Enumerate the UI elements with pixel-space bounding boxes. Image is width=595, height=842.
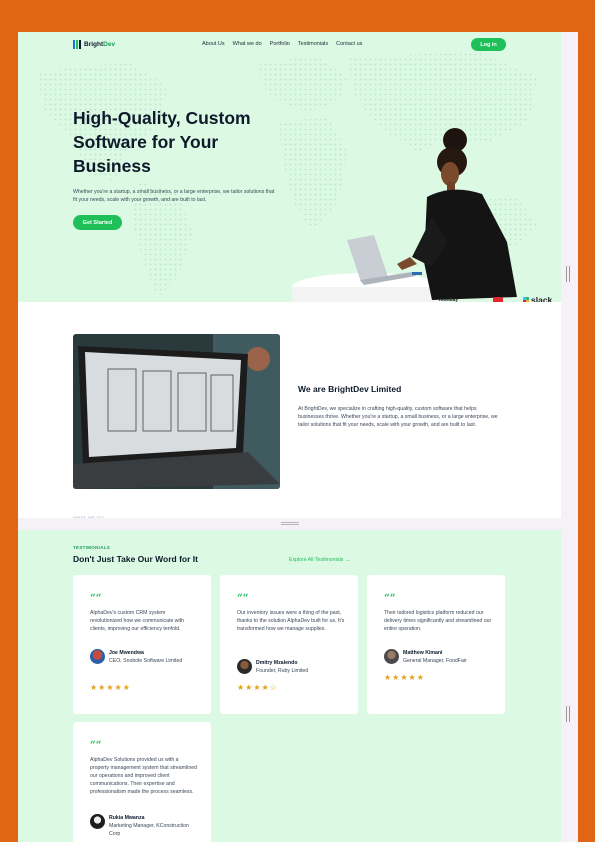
quote-icon: ““: [90, 593, 102, 604]
partner-logos: monday slack: [18, 294, 561, 302]
quote-icon: ““: [384, 593, 396, 604]
explore-testimonials-link[interactable]: Explore All Testimonials →: [289, 557, 350, 563]
author-name: Joe Mwendwa: [109, 650, 144, 656]
testimonial-author: Rukia Mwanza Marketing Manager, KConstru…: [90, 814, 199, 838]
avatar: [237, 659, 252, 674]
testimonial-author: Joe Mwendwa CEO, Snobole Software Limite…: [90, 649, 199, 665]
avatar: [384, 649, 399, 664]
hero-title: High-Quality, Custom Software for Your B…: [73, 108, 251, 176]
testimonials-eyebrow: TESTIMONIALS: [73, 545, 111, 550]
scrollbar-handle-bottom[interactable]: [566, 706, 570, 722]
author-role: Founder, Ruby Limited: [256, 668, 309, 674]
hero-section: BrightDev About Us What we do Portfolio …: [18, 32, 561, 302]
nav-link-portfolio[interactable]: Portfolio: [270, 41, 290, 47]
login-button[interactable]: Log in: [471, 38, 506, 51]
partner-slack-logo: slack: [523, 295, 552, 302]
author-role: Marketing Manager, KConstruction Corp: [109, 823, 189, 837]
testimonial-text: Our inventory issues were a thing of the…: [237, 610, 345, 632]
nav-menu: About Us What we do Portfolio Testimonia…: [202, 41, 362, 47]
split-view-divider[interactable]: [18, 518, 561, 530]
get-started-button[interactable]: Get Started: [73, 215, 122, 230]
testimonial-card: ““ AlphaDev Solutions provided us with a…: [73, 722, 211, 842]
hero-photo-woman-laptop: [292, 128, 517, 302]
brand-name: BrightDev: [84, 41, 116, 48]
top-nav: BrightDev About Us What we do Portfolio …: [18, 32, 561, 58]
logo-bars-icon: [73, 40, 81, 49]
testimonials-title: Don't Just Take Our Word for It: [73, 554, 198, 564]
testimonial-text: Their tailored logistics platform reduce…: [384, 610, 492, 632]
about-title: We are BrightDev Limited: [298, 384, 402, 394]
nav-link-what-we-do[interactable]: What we do: [233, 41, 262, 47]
nav-link-contact[interactable]: Contact us: [336, 41, 362, 47]
about-photo-laptop-wireframes: [73, 334, 280, 489]
testimonial-text: AlphaDev's custom CRM system revolutioni…: [90, 610, 184, 632]
star-rating: ★★★★★: [90, 683, 131, 692]
author-role: General Manager, FoodFair: [403, 658, 467, 664]
testimonial-author: Matthew Kimani General Manager, FoodFair: [384, 649, 493, 665]
testimonial-card: ““ Their tailored logistics platform red…: [367, 575, 505, 714]
star-rating: ★★★★★: [384, 673, 425, 682]
nav-link-about[interactable]: About Us: [202, 41, 225, 47]
testimonials-section: TESTIMONIALS Don't Just Take Our Word fo…: [18, 530, 561, 842]
avatar: [90, 649, 105, 664]
nav-link-testimonials[interactable]: Testimonials: [298, 41, 328, 47]
testimonial-text: AlphaDev Solutions provided us with a pr…: [90, 757, 197, 795]
scrollbar-handle-top[interactable]: [566, 266, 570, 282]
star-rating: ★★★★☆: [237, 683, 278, 692]
author-role: CEO, Snobole Software Limited: [109, 658, 183, 664]
quote-icon: ““: [90, 740, 102, 751]
author-name: Dmitry Mzalendo: [256, 660, 298, 666]
about-text: At BrightDev, we specialize in crafting …: [298, 406, 498, 428]
hero-subtitle: Whether you're a startup, a small busine…: [73, 189, 275, 203]
author-name: Matthew Kimani: [403, 650, 443, 656]
quote-icon: ““: [237, 593, 249, 604]
about-section: We are BrightDev Limited At BrightDev, w…: [18, 302, 561, 520]
author-name: Rukia Mwanza: [109, 815, 145, 821]
avatar: [90, 814, 105, 829]
brand-logo[interactable]: BrightDev: [73, 40, 115, 49]
testimonial-card: ““ Our inventory issues were a thing of …: [220, 575, 358, 714]
testimonial-card: ““ AlphaDev's custom CRM system revoluti…: [73, 575, 211, 714]
drag-grip-icon[interactable]: [281, 522, 299, 525]
testimonial-author: Dmitry Mzalendo Founder, Ruby Limited: [237, 659, 346, 675]
page-frame: BrightDev About Us What we do Portfolio …: [18, 32, 561, 842]
